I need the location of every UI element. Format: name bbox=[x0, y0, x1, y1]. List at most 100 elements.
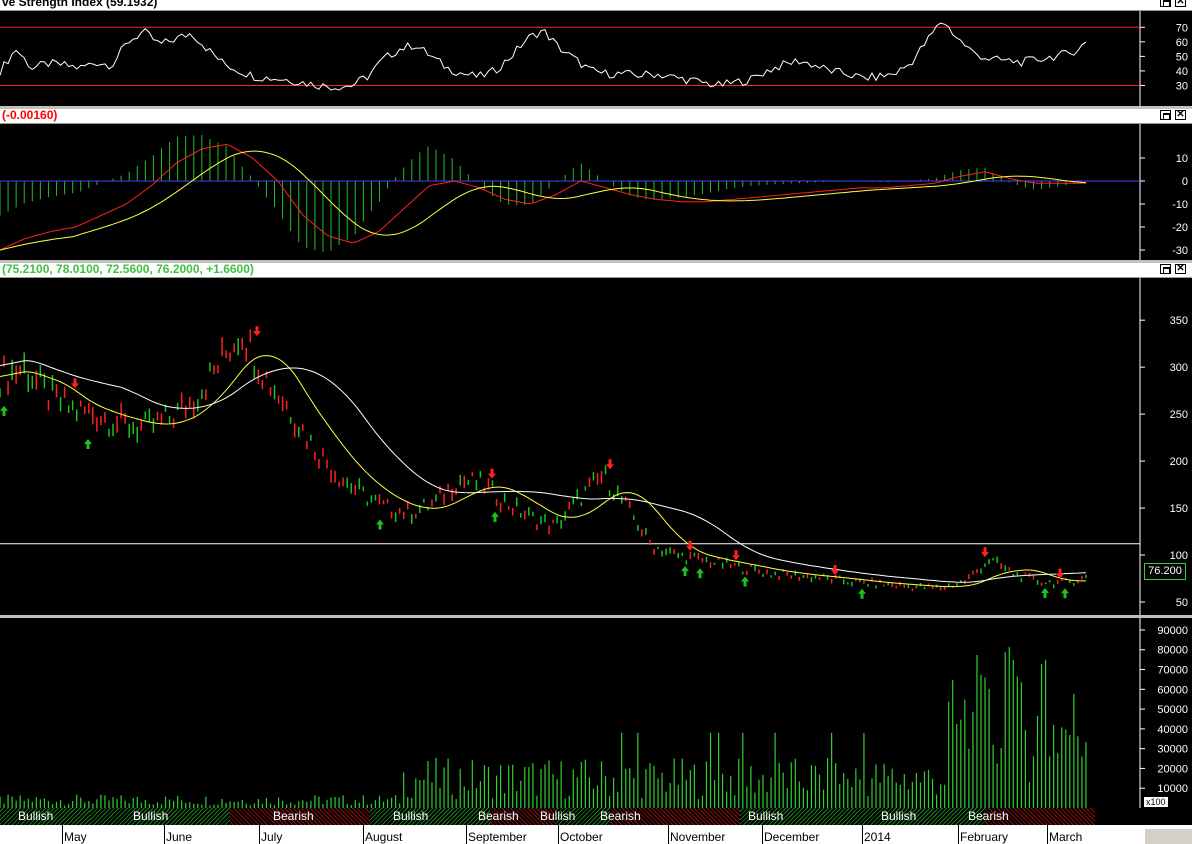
volume-pane[interactable]: 90000 80000 70000 60000 50000 40000 30000 20000… bbox=[0, 618, 1192, 808]
y-tick-label: 350 bbox=[1170, 315, 1188, 327]
month-label: March bbox=[1049, 830, 1083, 844]
month-label: July bbox=[261, 830, 283, 844]
date-tick bbox=[668, 825, 669, 844]
macd-signal-line bbox=[0, 150, 1087, 251]
buy-signal-arrow bbox=[1041, 587, 1049, 598]
price-titlebar: (75.2100, 78.0100, 72.5600, 76.2000, +1.… bbox=[0, 262, 1192, 278]
y-tick-label: 40 bbox=[1176, 66, 1188, 78]
sentiment-label: Bullish bbox=[393, 809, 429, 823]
date-tick bbox=[1047, 825, 1048, 844]
y-tick-label: -10 bbox=[1172, 199, 1188, 211]
sentiment-label: Bearish bbox=[478, 809, 519, 823]
y-tick-label: 30 bbox=[1176, 80, 1188, 92]
sentiment-segment bbox=[370, 808, 490, 825]
buy-signal-arrow bbox=[681, 566, 689, 577]
buy-signal-arrow bbox=[0, 405, 8, 416]
sentiment-label: Bearish bbox=[273, 809, 314, 823]
sentiment-label: Bullish bbox=[881, 809, 917, 823]
sentiment-label: Bullish bbox=[133, 809, 169, 823]
y-tick-label: -30 bbox=[1172, 245, 1188, 257]
y-tick-label: 50000 bbox=[1157, 704, 1188, 716]
y-tick-label: 30000 bbox=[1157, 744, 1188, 756]
sell-signal-arrow bbox=[831, 565, 839, 576]
buy-signal-arrow bbox=[84, 438, 92, 449]
sell-signal-arrow bbox=[606, 459, 614, 470]
buy-signal-arrow bbox=[376, 519, 384, 530]
sentiment-label: Bearish bbox=[600, 809, 641, 823]
y-tick-label: 200 bbox=[1170, 456, 1188, 468]
sell-signal-arrow bbox=[488, 468, 496, 479]
date-tick bbox=[259, 825, 260, 844]
month-label: November bbox=[670, 830, 726, 844]
date-tick bbox=[466, 825, 467, 844]
y-tick-label: 80000 bbox=[1157, 645, 1188, 657]
sell-signal-arrow bbox=[732, 550, 740, 561]
y-tick-label: 50 bbox=[1176, 51, 1188, 63]
date-tick bbox=[958, 825, 959, 844]
y-tick-label: 0 bbox=[1182, 176, 1188, 188]
y-tick-label: -20 bbox=[1172, 222, 1188, 234]
volume-unit-label: x100 bbox=[1143, 796, 1169, 808]
y-tick-label: 10000 bbox=[1157, 783, 1188, 795]
rsi-pane[interactable]: 70 60 50 40 30 bbox=[0, 11, 1192, 106]
price-pane[interactable]: 350 300 250 200 150 100 50 bbox=[0, 278, 1192, 615]
date-tick bbox=[862, 825, 863, 844]
moving-average-long bbox=[0, 360, 1087, 583]
date-tick bbox=[363, 825, 364, 844]
rsi-title: ve Strength Index (59.1932) bbox=[2, 0, 158, 9]
y-tick-label: 150 bbox=[1170, 503, 1188, 515]
sell-signal-arrow bbox=[71, 378, 79, 389]
sentiment-label: Bearish bbox=[968, 809, 1009, 823]
volume-chart: 90000 80000 70000 60000 50000 40000 30000 20000… bbox=[0, 618, 1188, 808]
price-restore-button[interactable] bbox=[1160, 264, 1171, 274]
sell-signal-arrow bbox=[686, 540, 694, 551]
buy-signal-arrow bbox=[1061, 588, 1069, 599]
buy-signal-arrow bbox=[858, 588, 866, 599]
y-tick-label: 60 bbox=[1176, 37, 1188, 49]
month-label: October bbox=[560, 830, 603, 844]
y-tick-label: 250 bbox=[1170, 409, 1188, 421]
month-label: June bbox=[166, 830, 193, 844]
sell-signal-arrow bbox=[981, 547, 989, 558]
macd-chart: 10 0 -10 -20 -30 bbox=[0, 124, 1188, 260]
y-tick-label: 50 bbox=[1176, 597, 1188, 609]
buy-signal-arrow bbox=[741, 576, 749, 587]
rsi-chart: 70 60 50 40 30 bbox=[0, 11, 1188, 106]
sentiment-segment bbox=[850, 808, 985, 825]
sell-signal-arrow bbox=[253, 326, 261, 337]
moving-average-short bbox=[0, 355, 1086, 588]
sentiment-label: Bullish bbox=[748, 809, 784, 823]
y-tick-label: 10 bbox=[1176, 153, 1188, 165]
y-tick-label: 300 bbox=[1170, 362, 1188, 374]
price-chart: 350 300 250 200 150 100 50 bbox=[0, 278, 1188, 615]
macd-line bbox=[0, 143, 1086, 251]
month-label: May bbox=[64, 830, 87, 844]
macd-close-button[interactable]: ✕ bbox=[1175, 110, 1186, 120]
sentiment-label: Bullish bbox=[540, 809, 576, 823]
macd-title: (-0.00160) bbox=[2, 108, 58, 122]
sentiment-band: Bullish Bullish Bearish Bullish Bearish Bulli… bbox=[0, 808, 1192, 825]
y-tick-label: 70000 bbox=[1157, 665, 1188, 677]
date-tick bbox=[164, 825, 165, 844]
month-label: August bbox=[365, 830, 403, 844]
axis-scroll-box[interactable] bbox=[1145, 829, 1192, 844]
macd-restore-button[interactable] bbox=[1160, 110, 1171, 120]
price-close-button[interactable]: ✕ bbox=[1175, 264, 1186, 274]
month-label: February bbox=[960, 830, 1009, 844]
rsi-close-button[interactable]: ✕ bbox=[1175, 0, 1186, 7]
month-label: 2014 bbox=[864, 830, 891, 844]
date-axis: May June July August September October Novembe… bbox=[0, 825, 1192, 844]
rsi-restore-button[interactable] bbox=[1160, 0, 1171, 7]
month-label: December bbox=[764, 830, 820, 844]
y-tick-label: 70 bbox=[1176, 22, 1188, 34]
y-tick-label: 40000 bbox=[1157, 724, 1188, 736]
buy-signal-arrow bbox=[696, 568, 704, 579]
rsi-titlebar: ve Strength Index (59.1932) ✕ bbox=[0, 0, 1192, 11]
macd-pane[interactable]: 10 0 -10 -20 -30 bbox=[0, 124, 1192, 260]
buy-signal-arrow bbox=[491, 511, 499, 522]
y-tick-label: 100 bbox=[1170, 550, 1188, 562]
last-price-tag: 76.200 bbox=[1144, 563, 1186, 580]
date-tick bbox=[558, 825, 559, 844]
y-tick-label: 20000 bbox=[1157, 763, 1188, 775]
rsi-line bbox=[0, 22, 1087, 91]
